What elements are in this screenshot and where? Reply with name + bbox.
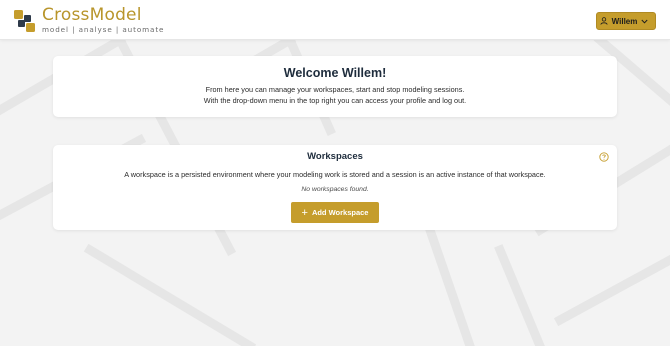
add-workspace-button[interactable]: + Add Workspace <box>291 202 379 223</box>
add-workspace-label: Add Workspace <box>311 208 369 217</box>
crossmodel-logo-icon <box>14 9 35 32</box>
welcome-title: Welcome Willem! <box>283 66 387 80</box>
welcome-card: Welcome Willem! From here you can manage… <box>53 56 617 117</box>
workspaces-description: A workspace is a persisted environment w… <box>124 170 546 179</box>
user-menu-button[interactable]: Willem <box>596 12 656 30</box>
logo-name: CrossModel <box>42 5 142 25</box>
workspaces-card: Workspaces A workspace is a persisted en… <box>53 145 617 230</box>
plus-icon: + <box>301 206 308 219</box>
logo-tagline: model | analyse | automate <box>42 25 165 34</box>
workspaces-title: Workspaces <box>307 151 363 162</box>
help-circle-icon[interactable] <box>599 152 609 162</box>
welcome-description-line-1: From here you can manage your workspaces… <box>205 85 465 94</box>
user-icon <box>600 17 608 25</box>
app-logo[interactable]: CrossModel model | analyse | automate <box>14 7 164 34</box>
welcome-description-line-2: With the drop-down menu in the top right… <box>203 96 467 105</box>
top-navigation-bar: CrossModel model | analyse | automate Wi… <box>0 0 670 40</box>
logo-text: CrossModel model | analyse | automate <box>42 5 165 35</box>
user-name-label: Willem <box>611 16 638 26</box>
chevron-down-icon <box>641 19 648 24</box>
no-workspaces-message: No workspaces found. <box>301 186 369 193</box>
